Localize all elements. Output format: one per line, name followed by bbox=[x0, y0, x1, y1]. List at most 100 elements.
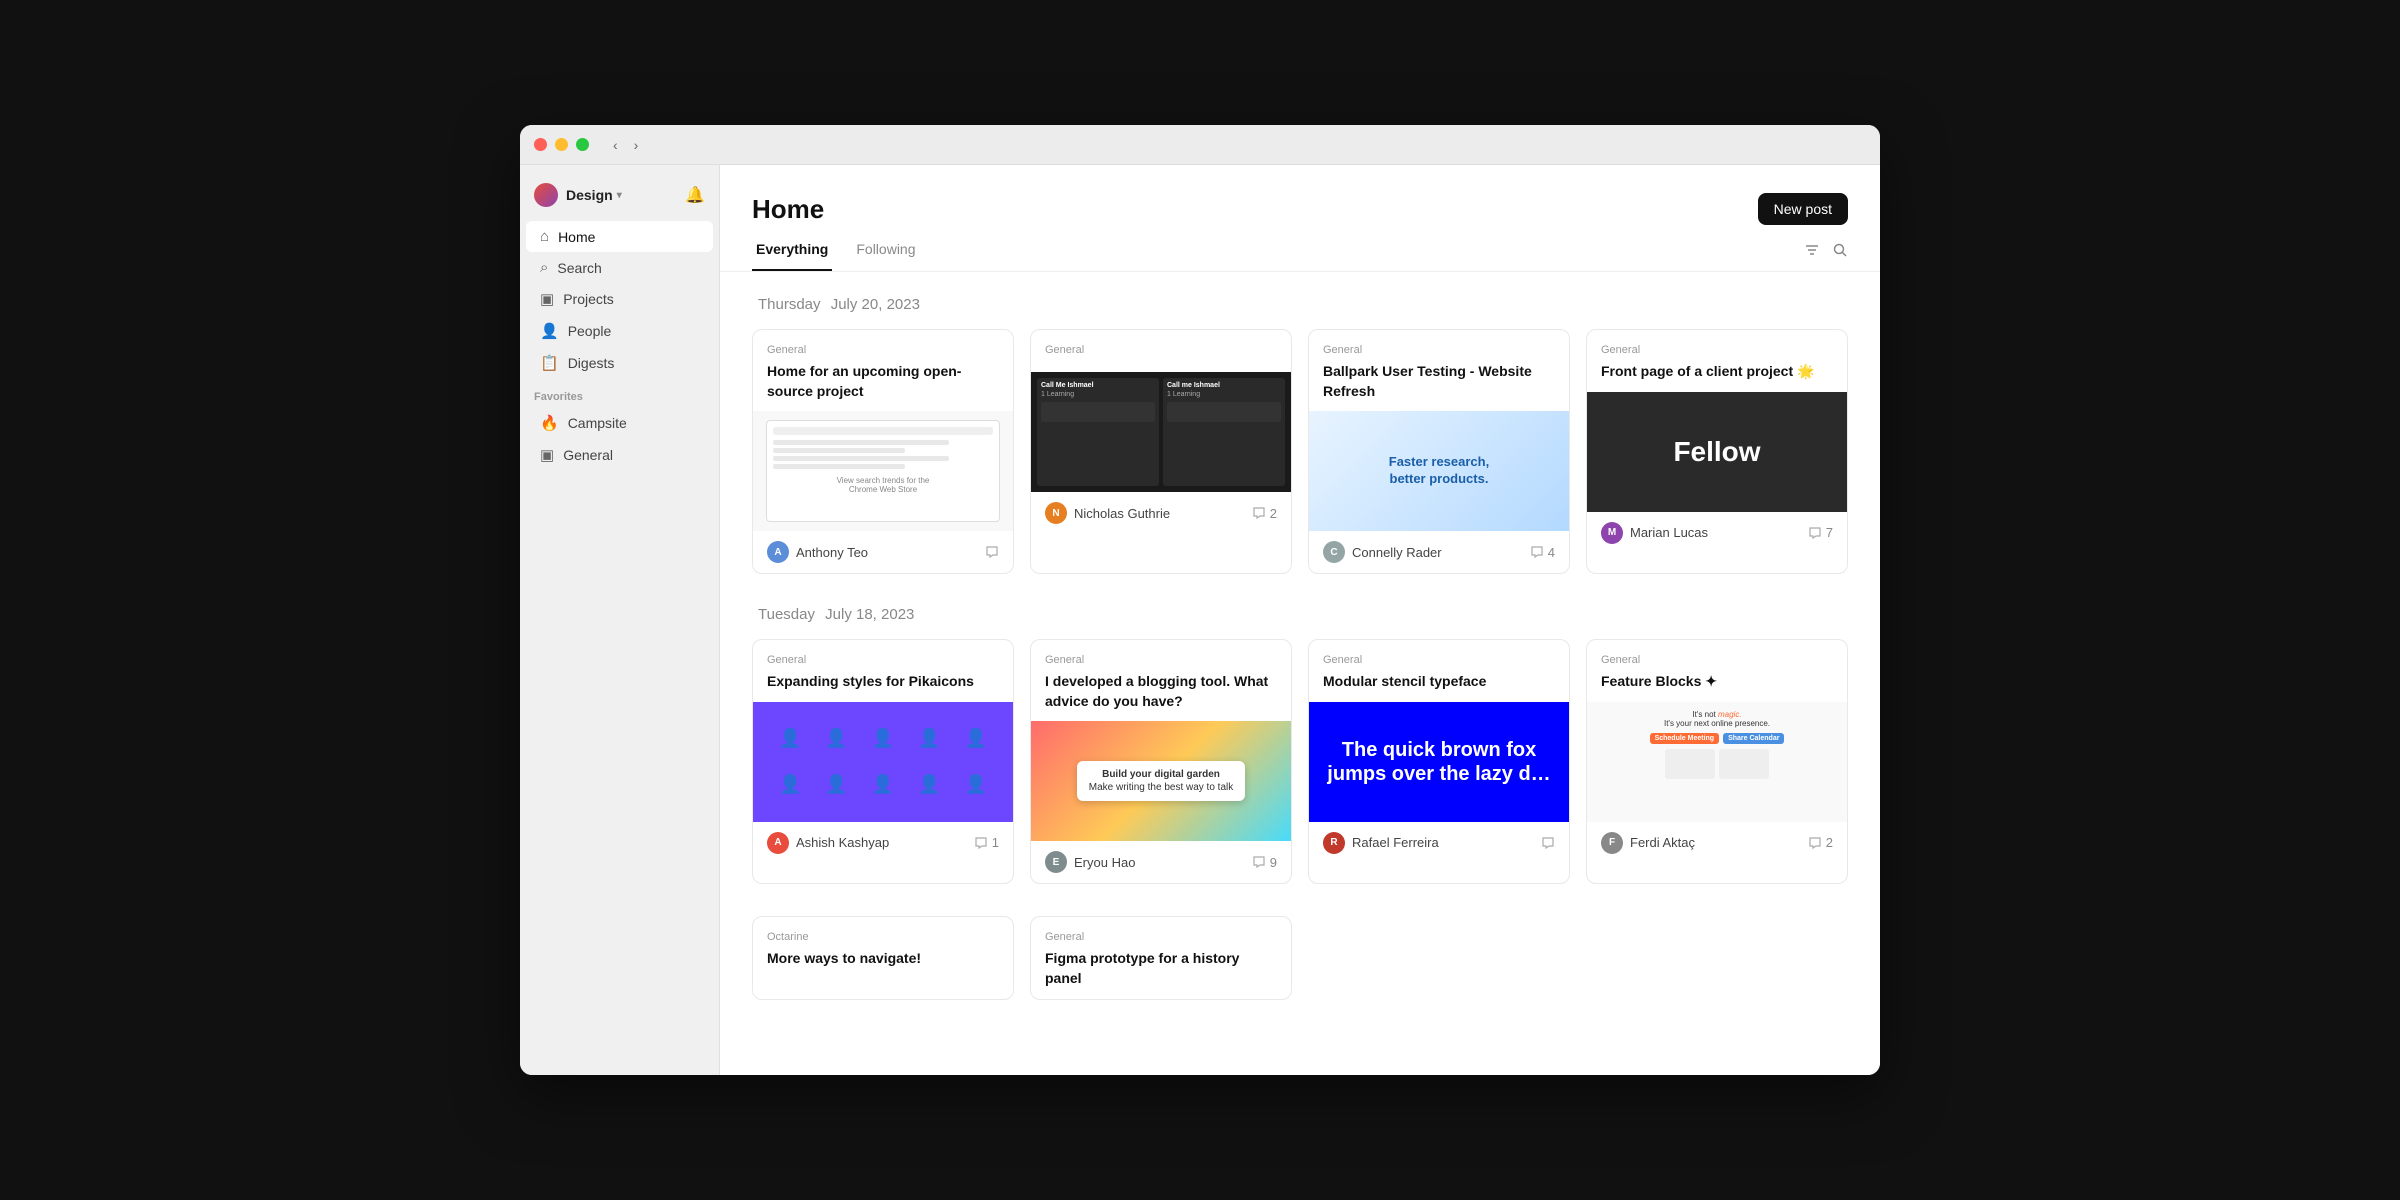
card-top: General Feature Blocks ✦ bbox=[1587, 640, 1847, 702]
workspace-header: Design ▾ 🔔 bbox=[520, 177, 719, 221]
card-comments: 7 bbox=[1808, 525, 1833, 540]
card-top: General Expanding styles for Pikaicons bbox=[753, 640, 1013, 702]
sidebar-item-people[interactable]: 👤 People bbox=[526, 315, 713, 347]
pika-icon-2: 👤 bbox=[825, 728, 847, 749]
content-area: Thursday July 20, 2023 General Home for … bbox=[720, 272, 1880, 1075]
date-header-thursday: Thursday July 20, 2023 bbox=[752, 296, 1848, 313]
tab-everything[interactable]: Everything bbox=[752, 241, 832, 271]
sidebar-nav: ⌂ Home ⌕ Search ▣ Projects 👤 People 📋 bbox=[520, 221, 719, 379]
app-window: ‹ › Design ▾ 🔔 ⌂ Home bbox=[520, 125, 1880, 1075]
pika-icon-7: 👤 bbox=[825, 774, 847, 795]
tab-following[interactable]: Following bbox=[852, 241, 919, 271]
card-top: General Home for an upcoming open-source… bbox=[753, 330, 1013, 411]
campsite-icon: 🔥 bbox=[540, 414, 559, 432]
card-figma-prototype[interactable]: General Figma prototype for a history pa… bbox=[1030, 916, 1292, 999]
card-footer: M Marian Lucas 7 bbox=[1587, 512, 1847, 554]
favorites-nav: 🔥 Campsite ▣ General bbox=[520, 407, 719, 471]
minimize-button[interactable] bbox=[555, 138, 568, 151]
card-footer: N Nicholas Guthrie 2 bbox=[1031, 492, 1291, 534]
people-icon: 👤 bbox=[540, 322, 559, 340]
date-header-tuesday: Tuesday July 18, 2023 bbox=[752, 606, 1848, 623]
sidebar: Design ▾ 🔔 ⌂ Home ⌕ Search ▣ Projects bbox=[520, 165, 720, 1075]
workspace-name: Design ▾ bbox=[566, 187, 622, 203]
cards-grid-thursday: General Home for an upcoming open-source… bbox=[752, 329, 1848, 574]
home-icon: ⌂ bbox=[540, 228, 549, 245]
card-ballpark-user-testing[interactable]: General Ballpark User Testing - Website … bbox=[1308, 329, 1570, 574]
card-call-me-ishmael[interactable]: General Call Me Ishmael 1 Learning bbox=[1030, 329, 1292, 574]
sidebar-item-search[interactable]: ⌕ Search bbox=[526, 252, 713, 283]
forward-button[interactable]: › bbox=[630, 135, 643, 155]
card-comments bbox=[985, 545, 999, 559]
card-octarine[interactable]: Octarine More ways to navigate! bbox=[752, 916, 1014, 999]
tab-icons bbox=[1804, 242, 1848, 270]
sidebar-item-digests[interactable]: 📋 Digests bbox=[526, 347, 713, 379]
card-comments bbox=[1541, 836, 1555, 850]
back-button[interactable]: ‹ bbox=[609, 135, 622, 155]
card-top: General bbox=[1031, 330, 1291, 372]
pika-icon-8: 👤 bbox=[872, 774, 894, 795]
date-section-thursday: Thursday July 20, 2023 General Home for … bbox=[752, 296, 1848, 574]
chevron-down-icon: ▾ bbox=[617, 190, 622, 201]
page-title: Home bbox=[752, 194, 824, 225]
maximize-button[interactable] bbox=[576, 138, 589, 151]
card-pikaicons[interactable]: General Expanding styles for Pikaicons 👤… bbox=[752, 639, 1014, 884]
card-image-blogging: Build your digital garden Make writing t… bbox=[1031, 721, 1291, 841]
card-home-open-source[interactable]: General Home for an upcoming open-source… bbox=[752, 329, 1014, 574]
pika-icon-5: 👤 bbox=[965, 728, 987, 749]
card-author: E Eryou Hao bbox=[1045, 851, 1135, 873]
app-body: Design ▾ 🔔 ⌂ Home ⌕ Search ▣ Projects bbox=[520, 165, 1880, 1075]
card-comments: 2 bbox=[1252, 506, 1277, 521]
workspace-info[interactable]: Design ▾ bbox=[534, 183, 622, 207]
author-avatar: E bbox=[1045, 851, 1067, 873]
card-image-ballpark: Faster research,better products. bbox=[1309, 411, 1569, 531]
author-avatar: M bbox=[1601, 522, 1623, 544]
cards-grid-tuesday: General Expanding styles for Pikaicons 👤… bbox=[752, 639, 1848, 884]
card-image-feature-blocks: It's not magic.It's your next online pre… bbox=[1587, 702, 1847, 822]
workspace-avatar bbox=[534, 183, 558, 207]
author-avatar: C bbox=[1323, 541, 1345, 563]
tabs-bar: Everything Following bbox=[720, 225, 1880, 272]
notifications-bell-icon[interactable]: 🔔 bbox=[685, 185, 705, 205]
date-section-tuesday: Tuesday July 18, 2023 General Expanding … bbox=[752, 606, 1848, 884]
card-image-pikaicons: 👤 👤 👤 👤 👤 👤 👤 👤 👤 👤 bbox=[753, 702, 1013, 822]
nav-arrows: ‹ › bbox=[609, 135, 642, 155]
card-author: R Rafael Ferreira bbox=[1323, 832, 1439, 854]
main-header: Home New post bbox=[720, 165, 1880, 225]
pika-icon-4: 👤 bbox=[918, 728, 940, 749]
date-section-more: Octarine More ways to navigate! General … bbox=[752, 916, 1848, 999]
filter-icon[interactable] bbox=[1804, 242, 1820, 258]
pika-icon-6: 👤 bbox=[779, 774, 801, 795]
pika-icon-10: 👤 bbox=[965, 774, 987, 795]
sidebar-item-home[interactable]: ⌂ Home bbox=[526, 221, 713, 252]
card-footer: F Ferdi Aktaç 2 bbox=[1587, 822, 1847, 864]
card-footer: E Eryou Hao 9 bbox=[1031, 841, 1291, 883]
close-button[interactable] bbox=[534, 138, 547, 151]
card-comments: 2 bbox=[1808, 835, 1833, 850]
projects-icon: ▣ bbox=[540, 290, 554, 308]
card-comments: 9 bbox=[1252, 855, 1277, 870]
titlebar: ‹ › bbox=[520, 125, 1880, 165]
search-icon: ⌕ bbox=[540, 259, 548, 276]
digests-icon: 📋 bbox=[540, 354, 559, 372]
card-top: General Front page of a client project 🌟 bbox=[1587, 330, 1847, 392]
sidebar-item-campsite[interactable]: 🔥 Campsite bbox=[526, 407, 713, 439]
card-top: General Ballpark User Testing - Website … bbox=[1309, 330, 1569, 411]
card-feature-blocks[interactable]: General Feature Blocks ✦ It's not magic.… bbox=[1586, 639, 1848, 884]
card-author: N Nicholas Guthrie bbox=[1045, 502, 1170, 524]
new-post-button[interactable]: New post bbox=[1758, 193, 1848, 225]
card-footer: A Ashish Kashyap 1 bbox=[753, 822, 1013, 864]
card-comments: 4 bbox=[1530, 545, 1555, 560]
author-avatar: A bbox=[767, 832, 789, 854]
card-comments: 1 bbox=[974, 835, 999, 850]
author-avatar: R bbox=[1323, 832, 1345, 854]
pika-icon-3: 👤 bbox=[872, 728, 894, 749]
card-image-dark-ui: Call Me Ishmael 1 Learning Call me Ishma… bbox=[1031, 372, 1291, 492]
pika-icon-9: 👤 bbox=[918, 774, 940, 795]
favorites-label: Favorites bbox=[520, 379, 719, 407]
search-tab-icon[interactable] bbox=[1832, 242, 1848, 258]
card-front-page-client[interactable]: General Front page of a client project 🌟… bbox=[1586, 329, 1848, 574]
card-stencil-typeface[interactable]: General Modular stencil typeface The qui… bbox=[1308, 639, 1570, 884]
card-blogging-tool[interactable]: General I developed a blogging tool. Wha… bbox=[1030, 639, 1292, 884]
sidebar-item-general[interactable]: ▣ General bbox=[526, 439, 713, 471]
sidebar-item-projects[interactable]: ▣ Projects bbox=[526, 283, 713, 315]
